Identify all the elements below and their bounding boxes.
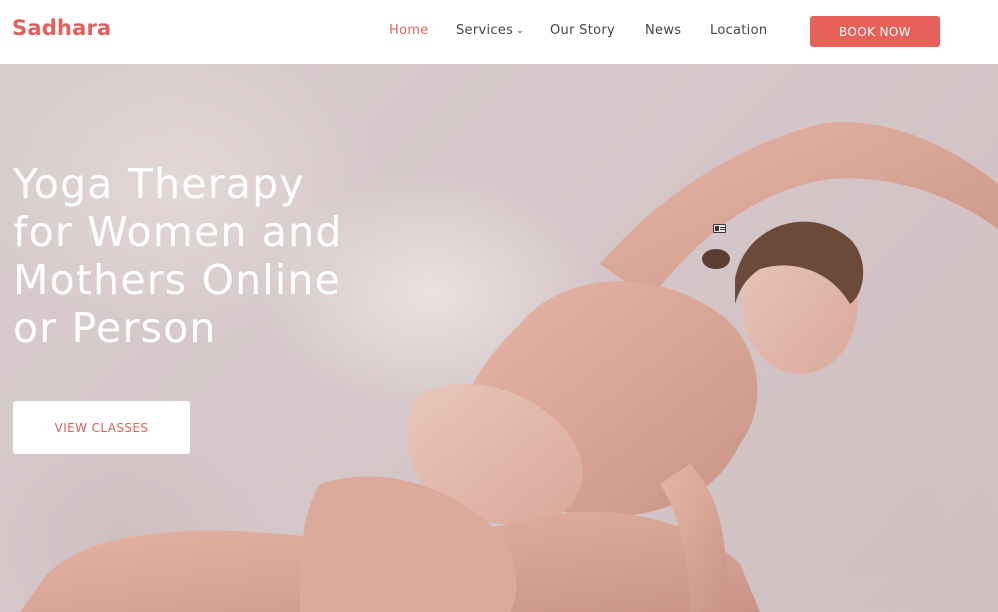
id-card-icon — [713, 224, 726, 233]
view-classes-button[interactable]: VIEW CLASSES — [13, 401, 190, 454]
hero-section: Yoga Therapy for Women and Mothers Onlin… — [0, 64, 998, 612]
hero-title-line-3: Mothers Online — [13, 256, 342, 304]
nav-item-services[interactable]: Services ⌄ — [456, 23, 524, 38]
site-logo[interactable]: Sadhara — [12, 16, 111, 40]
hero-title-line-1: Yoga Therapy — [13, 160, 305, 208]
site-header: Sadhara Home Services ⌄ Our Story News Lo… — [0, 0, 998, 64]
hero-title-line-2: for Women and — [13, 208, 343, 256]
nav-item-location[interactable]: Location — [710, 23, 767, 38]
nav-item-our-story[interactable]: Our Story — [550, 23, 615, 38]
nav-item-home[interactable]: Home — [389, 23, 429, 38]
chevron-down-icon: ⌄ — [516, 26, 525, 36]
hero-title: Yoga Therapy for Women and Mothers Onlin… — [13, 160, 433, 352]
book-now-button[interactable]: BOOK NOW — [810, 16, 940, 47]
nav-item-news[interactable]: News — [645, 23, 681, 38]
hero-title-line-4: or Person — [13, 304, 217, 352]
nav-item-services-label: Services — [456, 23, 514, 38]
